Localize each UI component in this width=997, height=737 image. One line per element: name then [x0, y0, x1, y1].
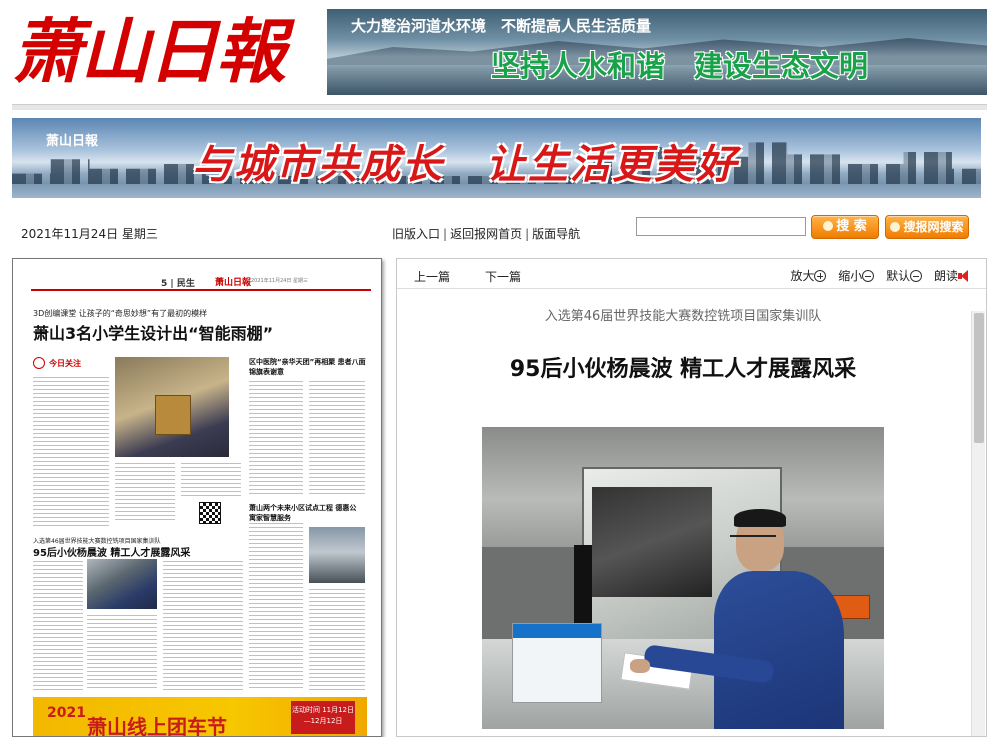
text-column: [87, 615, 157, 691]
text-column: [309, 381, 365, 497]
story2-headline[interactable]: 区中医院“亲华天团”再相聚 患者八面锦旗表谢意: [249, 357, 369, 377]
model-house: [155, 395, 191, 435]
issue-date: 2021年11月24日 星期三: [21, 227, 158, 241]
page-mini-logo: 萧山日報: [215, 278, 252, 288]
focus-icon: [33, 357, 45, 369]
search-icon: [823, 221, 834, 231]
header-divider: [12, 104, 987, 110]
read-aloud-button[interactable]: 朗读: [934, 269, 972, 283]
top-banner: 大力整治河道水环境 不断提高人民生活质量 坚持人水和谐 建设生态文明: [327, 9, 987, 95]
city-banner: 萧山日報 与城市共成长 让生活更美好: [12, 118, 981, 198]
zoom-in-label: 放大: [790, 269, 815, 283]
ad-title: 萧山线上团车节: [87, 715, 227, 737]
uniform: [714, 571, 844, 729]
machine-window: [592, 487, 712, 597]
ad-date: 活动时间 11月12日—12月12日: [291, 701, 355, 734]
worker-photo-thumb[interactable]: [87, 559, 157, 609]
hair: [734, 509, 786, 527]
web-search-button[interactable]: 搜报网搜索: [885, 215, 969, 239]
nav-links: 旧版入口 | 返回报网首页 | 版面导航: [392, 225, 580, 242]
prev-article-link[interactable]: 上一篇: [414, 268, 450, 285]
default-size-button[interactable]: 默认: [886, 269, 930, 283]
qr-code: [199, 502, 221, 524]
text-column: [249, 523, 303, 691]
article-scrollbar[interactable]: [971, 311, 985, 736]
page-header: 5 | 民生 萧山日報 2021年11月24日 星期三: [31, 275, 371, 291]
story3-headline[interactable]: 萧山两个未来小区试点工程 德惠公寓家智慧服务: [249, 503, 359, 523]
page-number: 5 | 民生: [161, 279, 195, 289]
plus-icon: [814, 270, 827, 282]
scrollbar-thumb[interactable]: [974, 313, 984, 443]
minus-icon: [862, 270, 875, 282]
city-banner-logo: 萧山日報: [46, 134, 99, 149]
separator: |: [525, 227, 530, 241]
reading-tools: 放大 缩小 默认 朗读: [790, 267, 972, 284]
contestant-figure: [630, 509, 844, 729]
article-photo[interactable]: [482, 427, 884, 729]
home-link[interactable]: 返回报网首页: [450, 227, 522, 241]
article-panel: 上一篇 下一篇 放大 缩小 默认 朗读 入选第46届世界技能大赛数控铣项目国家集…: [396, 258, 987, 737]
masthead: 萧山日報 大力整治河道水环境 不断提高人民生活质量 坚持人水和谐 建设生态文明: [0, 0, 997, 104]
zoom-out-label: 缩小: [838, 269, 863, 283]
contestant-badge: [512, 623, 602, 703]
toolbar: 2021年11月24日 星期三 旧版入口 | 返回报网首页 | 版面导航 搜 索 搜报网…: [12, 214, 987, 250]
today-focus-tag: 今日关注: [33, 357, 81, 369]
car-festival-ad[interactable]: 2021 萧山线上团车节 活动时间 11月12日—12月12日: [33, 697, 367, 737]
badge-header: [513, 624, 601, 638]
story1-headline[interactable]: 萧山3名小学生设计出“智能雨棚”: [33, 320, 273, 344]
city-banner-slogan: 与城市共成长 让生活更美好: [192, 142, 738, 188]
page-header-date: 2021年11月24日 星期三: [251, 278, 309, 284]
monitor: [574, 545, 592, 635]
text-column: [33, 561, 83, 691]
next-article-link[interactable]: 下一篇: [485, 268, 521, 285]
story1-kicker[interactable]: 3D创编课堂 让孩子的“奇思妙想”有了最初的模样: [33, 308, 207, 319]
web-search-icon: [890, 222, 901, 232]
text-column: [309, 589, 365, 691]
newspaper-logo[interactable]: 萧山日報: [12, 6, 312, 98]
top-banner-subtitle: 大力整治河道水环境 不断提高人民生活质量: [351, 17, 652, 35]
read-label: 朗读: [933, 269, 958, 283]
search-button-label: 搜 索: [836, 219, 867, 234]
newspaper-page-thumbnail[interactable]: 5 | 民生 萧山日報 2021年11月24日 星期三 3D创编课堂 让孩子的“…: [12, 258, 382, 737]
kids-photo[interactable]: [115, 357, 229, 457]
zoom-in-button[interactable]: 放大: [790, 269, 834, 283]
separator: |: [443, 227, 448, 241]
old-version-link[interactable]: 旧版入口: [392, 227, 440, 241]
page: 萧山日報 大力整治河道水环境 不断提高人民生活质量 坚持人水和谐 建设生态文明 …: [0, 0, 997, 737]
zoom-out-button[interactable]: 缩小: [838, 269, 882, 283]
ad-year: 2021: [47, 705, 86, 721]
reset-icon: [910, 270, 923, 282]
default-label: 默认: [886, 269, 911, 283]
search-input[interactable]: [636, 217, 806, 236]
hand: [630, 659, 650, 673]
top-banner-slogan: 坚持人水和谐 建设生态文明: [491, 49, 869, 83]
story4-headline[interactable]: 95后小伙杨晨波 精工人才展露风采: [33, 544, 190, 559]
text-column: [181, 463, 241, 499]
page-nav-link[interactable]: 版面导航: [532, 227, 580, 241]
article-kicker: 入选第46届世界技能大赛数控铣项目国家集训队: [544, 309, 822, 324]
article-toolbar: 上一篇 下一篇 放大 缩小 默认 朗读: [397, 259, 986, 289]
speaker-icon: [958, 270, 972, 282]
text-column: [249, 381, 303, 497]
street-photo[interactable]: [309, 527, 365, 583]
search-button[interactable]: 搜 索: [811, 215, 879, 239]
text-column: [115, 463, 175, 523]
article-title: 95后小伙杨晨波 精工人才展露风采: [509, 357, 857, 382]
text-column: [33, 377, 109, 527]
web-search-button-label: 搜报网搜索: [903, 220, 964, 234]
text-column: [163, 561, 243, 691]
glasses: [730, 535, 776, 540]
